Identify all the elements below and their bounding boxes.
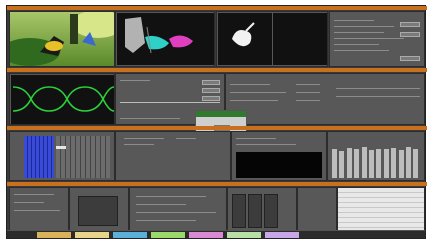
settings-pane-1[interactable] <box>329 11 425 67</box>
config-pane-3[interactable] <box>129 187 227 231</box>
audio-meters <box>332 136 422 178</box>
level-meter-pane[interactable] <box>9 131 115 181</box>
taskbar <box>7 230 425 238</box>
table-pane[interactable] <box>337 187 425 231</box>
row1-title-bar <box>7 6 427 10</box>
audio-meter-bar <box>332 148 337 178</box>
audio-meter-bar <box>398 149 404 178</box>
taskbar-item[interactable] <box>227 232 261 238</box>
scope-button-3[interactable] <box>202 96 220 101</box>
eye-pattern-pane[interactable] <box>9 73 115 125</box>
scope-button-2[interactable] <box>202 88 220 93</box>
monitor-screen: OK <box>6 5 427 239</box>
row2-title-bar <box>7 68 427 72</box>
taskbar-item[interactable] <box>113 232 147 238</box>
audio-meter-bar <box>346 147 352 178</box>
row4-title-bar <box>7 182 427 186</box>
settings-toggle-2[interactable] <box>400 32 420 37</box>
config-pane-5[interactable] <box>297 187 337 231</box>
audio-meter-bar <box>406 147 411 178</box>
taskbar-item[interactable] <box>75 232 109 238</box>
taskbar-item[interactable] <box>265 232 299 238</box>
audio-meter-bar <box>376 148 382 178</box>
video-preview-image <box>10 12 114 66</box>
audio-meter-bar <box>369 150 374 178</box>
audio-meter-bar <box>361 146 367 178</box>
rgb-parade-graph <box>125 17 193 54</box>
config-pane-1[interactable] <box>9 187 69 231</box>
eye-pattern-graph <box>12 86 114 112</box>
status-pane[interactable] <box>115 131 231 181</box>
audio-meter-bar <box>354 149 360 178</box>
parameter-pane[interactable] <box>225 73 425 125</box>
audio-meter-bar <box>339 150 345 178</box>
taskbar-item[interactable] <box>151 232 185 238</box>
vectorscope-pane[interactable] <box>216 11 328 67</box>
picture-monitor-screen <box>236 152 322 178</box>
taskbar-item[interactable] <box>189 232 223 238</box>
dialog-title-bar <box>196 111 246 117</box>
video-preview-pane[interactable] <box>9 11 115 67</box>
scope-button-1[interactable] <box>202 80 220 85</box>
picture-monitor-pane[interactable] <box>231 131 327 181</box>
audio-meter-pane[interactable] <box>327 131 425 181</box>
blue-level-bars <box>24 136 54 178</box>
row3-title-bar <box>7 126 427 130</box>
config-pane-4[interactable] <box>227 187 297 231</box>
audio-meter-bar <box>383 149 389 178</box>
audio-meter-bar <box>391 148 397 178</box>
gray-level-bars <box>56 136 110 178</box>
audio-meter-bar <box>413 148 419 178</box>
taskbar-item[interactable] <box>37 232 71 238</box>
vectorscope-graph <box>232 22 255 47</box>
config-pane-2[interactable] <box>69 187 129 231</box>
settings-toggle-3[interactable] <box>400 56 420 61</box>
settings-toggle-1[interactable] <box>400 22 420 27</box>
waveform-rgb-pane[interactable] <box>115 11 215 67</box>
